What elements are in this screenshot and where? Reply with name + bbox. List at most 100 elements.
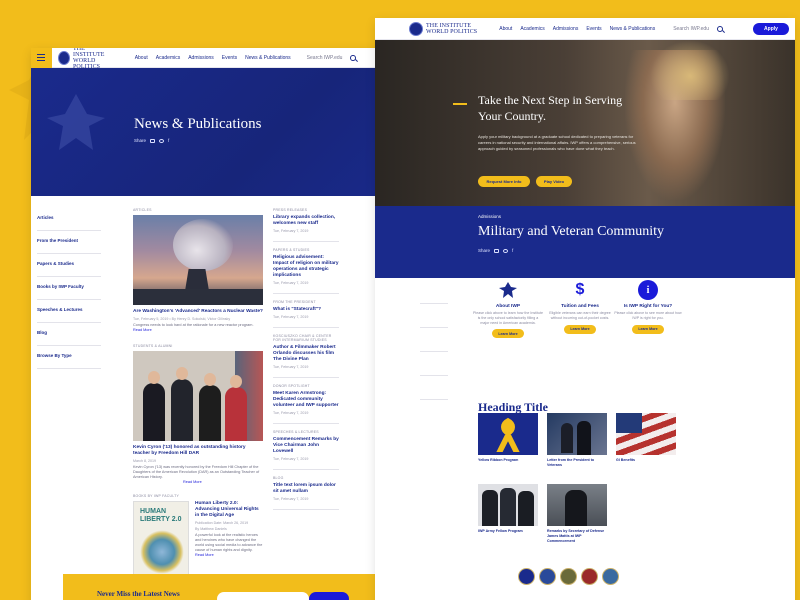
book-date: Publication Date: March 26, 2019 [195, 521, 249, 525]
feature-about: About IWP Please click above to learn ho… [473, 280, 543, 339]
nav-news[interactable]: News & Publications [610, 26, 656, 32]
nav-news[interactable]: News & Publications [245, 55, 291, 61]
sidebar-item[interactable] [420, 376, 448, 400]
sidebar-item[interactable] [420, 352, 448, 376]
search-icon[interactable] [350, 54, 356, 61]
item-title[interactable]: Author & Filmmaker Robert Orlando discus… [273, 345, 339, 363]
nav-academics[interactable]: Academics [156, 55, 180, 61]
hamburger-line [37, 54, 46, 56]
book-title[interactable]: Human Liberty 2.0: Advancing Universal R… [195, 501, 263, 519]
sidebar-item-blog[interactable]: Blog [37, 323, 101, 346]
sidebar-item-articles[interactable]: Articles [37, 208, 101, 231]
item-title[interactable]: What is "Statecraft"? [273, 307, 339, 313]
item-category: PAPERS & STUDIES [273, 248, 310, 252]
sidebar-item[interactable] [420, 328, 448, 352]
grid-card-mattis[interactable]: Remarks by Secretary of Defense James Ma… [547, 484, 607, 543]
grid-card-army-fellow[interactable]: IWP Army Fellow Program [478, 484, 538, 534]
sidebar-item-papers[interactable]: Papers & Studies [37, 254, 101, 277]
print-icon[interactable] [503, 248, 509, 253]
play-video-button[interactable]: Play Video [536, 176, 572, 187]
article-excerpt: Congress needs to look hard at the ratio… [133, 323, 254, 327]
article-title[interactable]: Kevin Cyron ('13) honored as outstanding… [133, 445, 263, 457]
item-title[interactable]: Title text lorem ipsum dolor sit amet nu… [273, 483, 339, 495]
book-cover[interactable]: HUMAN LIBERTY 2.0 [133, 501, 189, 581]
nav-admissions[interactable]: Admissions [553, 26, 579, 32]
nuclear-plant-image[interactable] [133, 215, 263, 305]
print-icon[interactable] [159, 138, 165, 143]
feature-body: Please click above to see more about how… [614, 311, 682, 320]
grid-card-letter[interactable]: Letter from the President to Veterans [547, 413, 607, 468]
nav-about[interactable]: About [499, 26, 512, 32]
list-item[interactable]: PAPERS & STUDIES Religious advisement: I… [273, 248, 339, 294]
list-item[interactable]: BLOG Title text lorem ipsum dolor sit am… [273, 476, 339, 510]
list-item[interactable]: DONOR SPOTLIGHT Meet Karen Armstrong: De… [273, 384, 339, 424]
nav-admissions[interactable]: Admissions [188, 55, 214, 61]
list-item[interactable]: PRESS RELEASES Library expands collectio… [273, 208, 339, 242]
nav-links: About Academics Admissions Events News &… [135, 55, 291, 61]
newsletter-email-input[interactable] [217, 592, 309, 600]
list-item[interactable]: FROM THE PRESIDENT What is "Statecraft"?… [273, 300, 339, 328]
article-title[interactable]: Are Washington's 'Advanced' Reactors a N… [133, 309, 263, 315]
apply-button[interactable]: Apply [752, 22, 789, 35]
sidebar-item-books[interactable]: Books by IWP Faculty [37, 277, 101, 300]
nav-events[interactable]: Events [586, 26, 601, 32]
book-cover-art [140, 530, 184, 574]
item-title[interactable]: Library expands collection, welcomes new… [273, 215, 339, 227]
book-item: HUMAN LIBERTY 2.0 Human Liberty 2.0: Adv… [133, 501, 263, 581]
dollar-icon: $ [570, 280, 590, 300]
article-excerpt: Kevin Cyron ('13) was recently honored b… [133, 465, 260, 479]
newsletter-submit-button[interactable] [309, 592, 349, 600]
item-title[interactable]: Religious advisement: Impact of religion… [273, 255, 339, 279]
read-more-link[interactable]: Read More [195, 553, 263, 557]
email-icon[interactable] [494, 248, 500, 253]
section-label[interactable]: BOOKS BY IWP FACULTY [133, 494, 263, 498]
item-date: Tue, February 7, 2019 [273, 229, 309, 233]
search-input[interactable]: Search IWP.edu [307, 55, 343, 61]
request-info-button[interactable]: Request More Info [478, 176, 530, 187]
learn-more-button[interactable]: Learn More [492, 329, 524, 339]
sidebar-item[interactable] [420, 280, 448, 304]
section-label[interactable]: STUDENTS & ALUMNI [133, 344, 263, 348]
learn-more-button[interactable]: Learn More [632, 324, 664, 334]
sidebar-item-from-president[interactable]: From the President [37, 231, 101, 254]
search-icon[interactable] [716, 25, 723, 32]
item-title[interactable]: Commencement Remarks by Vice Chairman Jo… [273, 437, 339, 455]
article-meta: Tue, February 5, 2019 • By Henry D. Soko… [133, 317, 231, 321]
eagle-watermark-icon [47, 94, 105, 150]
read-more-link[interactable]: Read More [133, 480, 263, 484]
book-cover-title-line: HUMAN [140, 508, 167, 515]
eagle-icon [498, 280, 518, 300]
nav-academics[interactable]: Academics [520, 26, 544, 32]
search-input[interactable]: Search IWP.edu [673, 26, 709, 32]
nav-about[interactable]: About [135, 55, 148, 61]
award-photo[interactable] [133, 351, 263, 441]
hamburger-line [37, 56, 46, 59]
item-category: PRESS RELEASES [273, 208, 308, 212]
logo[interactable]: THE INSTITUTE WORLD POLITICS [409, 21, 477, 36]
list-item[interactable]: SPEECHES & LECTURES Commencement Remarks… [273, 430, 339, 470]
grid-card-caption: GI Benefits [616, 458, 635, 462]
book-details: Human Liberty 2.0: Advancing Universal R… [195, 501, 263, 581]
grid-card-yellow-ribbon[interactable]: Yellow Ribbon Program [478, 413, 538, 463]
ground [133, 289, 263, 305]
facebook-icon[interactable]: f [168, 138, 169, 143]
item-category: DONOR SPOTLIGHT [273, 384, 310, 388]
section-label[interactable]: Admissions [478, 214, 501, 219]
sidebar-item-browse[interactable]: Browse By Type [37, 346, 101, 369]
section-label[interactable]: ARTICLES [133, 208, 263, 212]
menu-button[interactable] [31, 48, 52, 68]
item-title[interactable]: Meet Karen Armstrong: Dedicated communit… [273, 391, 339, 409]
grid-card-gi-benefits[interactable]: GI Benefits [616, 413, 676, 463]
share-label: Share [478, 248, 491, 253]
flag-canton [616, 413, 642, 433]
learn-more-button[interactable]: Learn More [564, 324, 596, 334]
facebook-icon[interactable]: f [512, 248, 513, 253]
nav-events[interactable]: Events [222, 55, 237, 61]
list-item[interactable]: KOSCIUSZKO CHAIR & CENTER FOR INTERMARIU… [273, 334, 339, 378]
logo[interactable]: THE INSTITUTE WORLD POLITICS [57, 48, 117, 70]
sidebar-item-speeches[interactable]: Speeches & Lectures [37, 300, 101, 323]
sidebar-item[interactable] [420, 304, 448, 328]
email-icon[interactable] [150, 138, 156, 143]
read-more-link[interactable]: Read More [133, 328, 263, 332]
book-cover-title: HUMAN LIBERTY 2.0 [140, 508, 182, 524]
